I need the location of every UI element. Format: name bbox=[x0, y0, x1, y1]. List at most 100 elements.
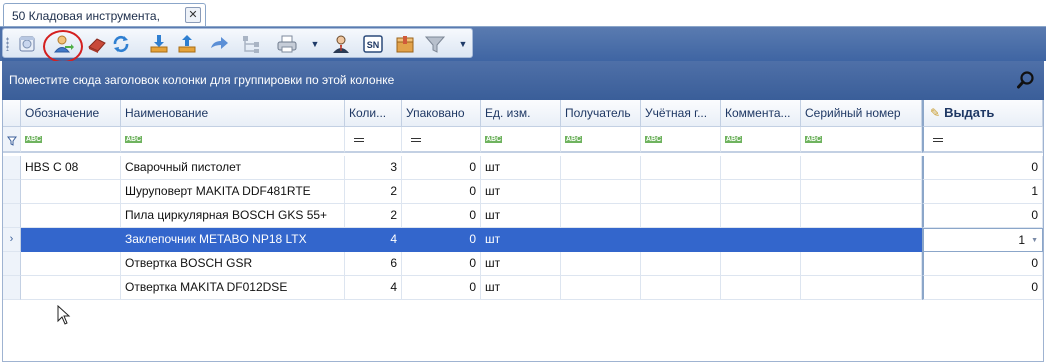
cell-code: HBS C 08 bbox=[21, 156, 121, 180]
issue-quantity-editor[interactable]: 1 ▼ bbox=[922, 228, 1043, 252]
cell-name: Отвертка BOSCH GSR bbox=[121, 252, 345, 276]
cell-comment bbox=[721, 204, 801, 228]
user-issue-icon[interactable] bbox=[51, 32, 75, 56]
group-by-panel[interactable]: Поместите сюда заголовок колонки для гру… bbox=[2, 61, 1044, 100]
cell-serial bbox=[801, 180, 922, 204]
equals-filter-icon bbox=[354, 138, 364, 142]
cell-recipient bbox=[561, 156, 641, 180]
cell-recipient bbox=[561, 204, 641, 228]
row-indicator[interactable] bbox=[3, 156, 21, 180]
column-header-quantity[interactable]: Коли... bbox=[345, 100, 402, 127]
cell-comment bbox=[721, 228, 801, 252]
toolbar-grip[interactable] bbox=[6, 37, 9, 51]
cell-comment bbox=[721, 252, 801, 276]
text-filter-icon: ABC bbox=[725, 136, 743, 143]
text-filter-icon: ABC bbox=[565, 136, 583, 143]
cell-issue[interactable]: 0 bbox=[922, 276, 1043, 300]
cell-qty: 4 bbox=[345, 228, 402, 252]
filter-icon[interactable] bbox=[423, 32, 447, 56]
refresh-icon[interactable] bbox=[109, 32, 133, 56]
cell-issue[interactable]: 0 bbox=[922, 156, 1043, 180]
cell-packed: 0 bbox=[402, 204, 481, 228]
cell-serial bbox=[801, 156, 922, 180]
upload-icon[interactable] bbox=[175, 32, 199, 56]
filter-icon[interactable] bbox=[7, 136, 17, 146]
cell-unit: шт bbox=[481, 228, 561, 252]
row-indicator[interactable] bbox=[3, 252, 21, 276]
cell-name: Заклепочник METABO NP18 LTX bbox=[121, 228, 345, 252]
cell-packed: 0 bbox=[402, 276, 481, 300]
filter-serial[interactable]: ABC bbox=[801, 127, 922, 153]
cell-unit: шт bbox=[481, 204, 561, 228]
cell-unit: шт bbox=[481, 156, 561, 180]
column-header-unit[interactable]: Ед. изм. bbox=[481, 100, 561, 127]
row-indicator[interactable] bbox=[3, 204, 21, 228]
cell-issue[interactable]: 0 bbox=[922, 204, 1043, 228]
column-header-comment[interactable]: Коммента... bbox=[721, 100, 801, 127]
cell-account bbox=[641, 204, 721, 228]
document-tab[interactable]: 50 Кладовая инструмента, ✕ bbox=[3, 3, 206, 27]
forward-icon[interactable] bbox=[207, 32, 231, 56]
spin-arrow-icon[interactable]: ▼ bbox=[1031, 229, 1038, 251]
column-header-name[interactable]: Наименование bbox=[121, 100, 345, 127]
filter-issue[interactable] bbox=[922, 127, 1043, 153]
cell-recipient bbox=[561, 228, 641, 252]
column-header-code[interactable]: Обозначение bbox=[21, 100, 121, 127]
cell-name: Сварочный пистолет bbox=[121, 156, 345, 180]
box-icon[interactable] bbox=[393, 32, 417, 56]
equals-filter-icon bbox=[411, 138, 421, 142]
filter-account[interactable]: ABC bbox=[641, 127, 721, 153]
calendar-icon[interactable] bbox=[15, 32, 39, 56]
column-header-issue[interactable]: ✎ Выдать bbox=[922, 100, 1043, 127]
cell-account bbox=[641, 252, 721, 276]
cell-packed: 0 bbox=[402, 156, 481, 180]
cell-recipient bbox=[561, 180, 641, 204]
cell-packed: 0 bbox=[402, 180, 481, 204]
row-indicator[interactable]: › bbox=[3, 228, 21, 252]
issue-value: 1 bbox=[1018, 233, 1026, 247]
filter-packed[interactable] bbox=[402, 127, 481, 153]
cell-account bbox=[641, 228, 721, 252]
filter-comment[interactable]: ABC bbox=[721, 127, 801, 153]
hierarchy-icon[interactable] bbox=[239, 32, 263, 56]
filter-code[interactable]: ABC bbox=[21, 127, 121, 153]
row-indicator[interactable] bbox=[3, 276, 21, 300]
download-icon[interactable] bbox=[147, 32, 171, 56]
printer-dropdown-arrow[interactable]: ▼ bbox=[310, 32, 320, 56]
svg-text:SN: SN bbox=[367, 40, 380, 50]
cell-unit: шт bbox=[481, 180, 561, 204]
filter-recipient[interactable]: ABC bbox=[561, 127, 641, 153]
text-filter-icon: ABC bbox=[645, 136, 663, 143]
cell-serial bbox=[801, 252, 922, 276]
filter-quantity[interactable] bbox=[345, 127, 402, 153]
column-header-account[interactable]: Учётная г... bbox=[641, 100, 721, 127]
cell-code bbox=[21, 228, 121, 252]
column-header-packed[interactable]: Упаковано bbox=[402, 100, 481, 127]
column-header-recipient[interactable]: Получатель bbox=[561, 100, 641, 127]
serial-number-icon[interactable]: SN bbox=[361, 32, 385, 56]
equals-filter-icon bbox=[933, 138, 943, 142]
toolbar-overflow-arrow[interactable]: ▼ bbox=[458, 32, 468, 56]
printer-icon[interactable] bbox=[275, 32, 299, 56]
cell-unit: шт bbox=[481, 252, 561, 276]
text-filter-icon: ABC bbox=[805, 136, 823, 143]
filter-unit[interactable]: ABC bbox=[481, 127, 561, 153]
search-icon[interactable] bbox=[1016, 70, 1036, 90]
cell-name: Пила циркулярная BOSCH GKS 55+ bbox=[121, 204, 345, 228]
row-indicator[interactable] bbox=[3, 180, 21, 204]
cell-qty: 4 bbox=[345, 276, 402, 300]
cell-issue[interactable]: 1 bbox=[922, 180, 1043, 204]
text-filter-icon: ABC bbox=[485, 136, 503, 143]
eraser-icon[interactable] bbox=[85, 32, 109, 56]
main-toolbar: ▼ SN ▼ bbox=[2, 28, 473, 63]
cell-account bbox=[641, 180, 721, 204]
filter-row-indicator bbox=[3, 127, 21, 153]
cell-issue[interactable]: 0 bbox=[922, 252, 1043, 276]
person-icon[interactable] bbox=[329, 32, 353, 56]
cell-account bbox=[641, 276, 721, 300]
cell-code bbox=[21, 204, 121, 228]
close-tab-button[interactable]: ✕ bbox=[185, 7, 201, 23]
cell-recipient bbox=[561, 276, 641, 300]
column-header-serial[interactable]: Серийный номер bbox=[801, 100, 922, 127]
filter-name[interactable]: ABC bbox=[121, 127, 345, 153]
